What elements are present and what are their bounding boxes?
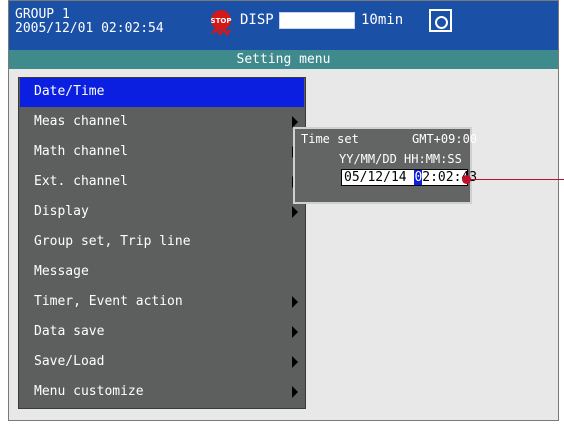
time-format-hint: YY/MM/DD HH:MM:SS [339,152,462,166]
memory-card-icon [429,9,452,32]
status-bar: GROUP 1 2005/12/01 02:02:54 STOP DISP 10… [9,1,558,50]
submenu-arrow-icon [292,206,298,218]
gmt-offset: GMT+09:00 [412,132,478,146]
setting-menu: Date/Time Meas channel Math channel Ext. ch… [18,77,306,409]
time-set-dialog: Time set GMT+09:00 YY/MM/DD HH:MM:SS 05/… [293,127,477,204]
menu-item[interactable]: Ext. channel [20,168,304,197]
menu-item-label: Group set, Trip line [34,234,191,249]
menu-item-label: Timer, Event action [34,294,183,309]
menu-item[interactable]: Data save [20,318,304,347]
dialog-title: Time set [301,132,359,146]
menu-item-label: Math channel [34,144,128,159]
stop-icon-label: STOP [211,17,232,25]
menu-item-label: Data save [34,324,105,339]
time-value-before-cursor: 05/12/14 [344,170,415,185]
menu-item-label: Menu customize [34,384,144,399]
menu-item[interactable]: Menu customize [20,378,304,407]
submenu-arrow-icon [292,296,298,308]
menu-item[interactable]: Display [20,198,304,227]
menu-item[interactable]: Group set, Trip line [20,228,304,257]
time-input-field[interactable]: 05/12/14 02:02:43 [341,169,477,186]
menu-item[interactable]: Math channel [20,138,304,167]
callout-line [471,179,564,180]
menu-item[interactable]: Date/Time [20,78,304,107]
menu-item-label: Save/Load [34,354,105,369]
stop-icon: STOP [211,10,232,37]
group-datetime: GROUP 1 2005/12/01 02:02:54 [15,8,164,36]
menu-item[interactable]: Message [20,258,304,287]
menu-item[interactable]: Meas channel [20,108,304,137]
group-label: GROUP 1 [15,7,70,22]
submenu-arrow-icon [292,326,298,338]
menu-item[interactable]: Save/Load [20,348,304,377]
menu-item-label: Display [34,204,89,219]
memory-usage-bar [279,12,355,29]
page-title: Setting menu [236,52,331,67]
callout-dot [462,175,471,184]
menu-item-label: Ext. channel [34,174,128,189]
menu-item-label: Date/Time [34,84,105,99]
menu-item-label: Meas channel [34,114,128,129]
submenu-arrow-icon [292,386,298,398]
disp-label: DISP [240,12,274,28]
setting-menu-titlebar: Setting menu [9,50,558,69]
display-interval: 10min [361,12,404,28]
datetime-label: 2005/12/01 02:02:54 [15,21,164,36]
menu-item[interactable]: Timer, Event action [20,288,304,317]
recorder-screen: GROUP 1 2005/12/01 02:02:54 STOP DISP 10… [8,0,559,421]
submenu-arrow-icon [292,356,298,368]
menu-item-label: Message [34,264,89,279]
